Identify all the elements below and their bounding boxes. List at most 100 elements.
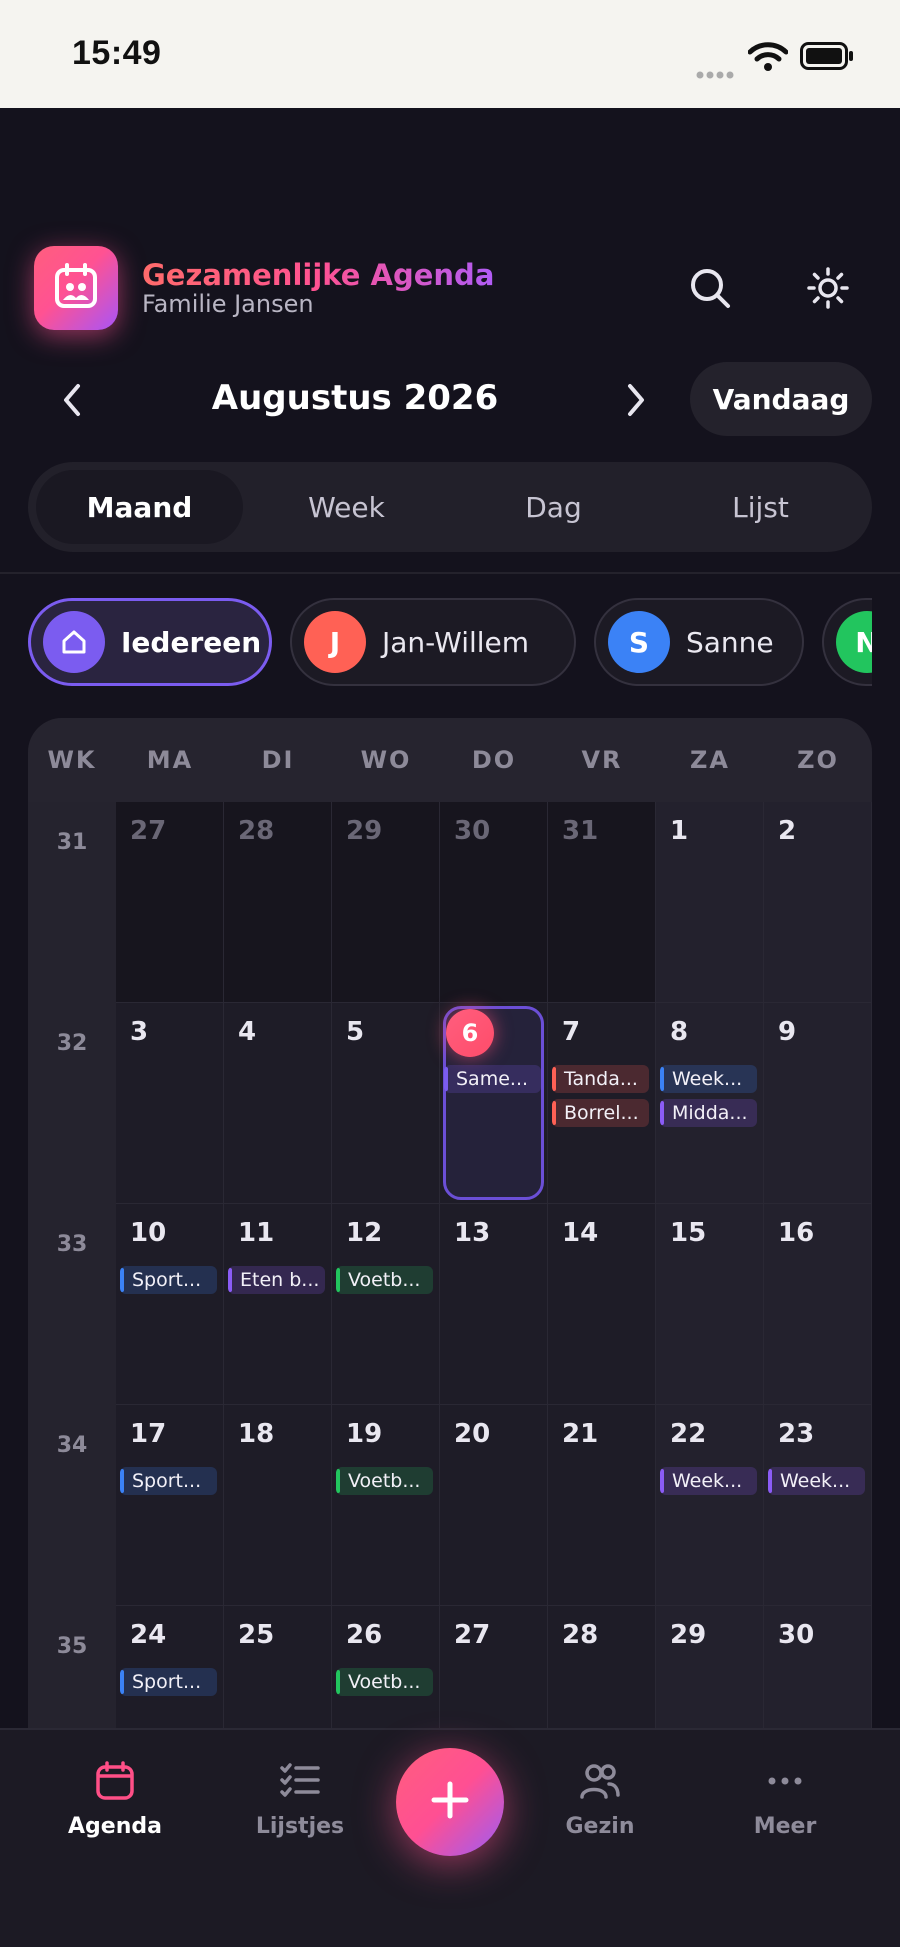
day-cell[interactable]: 20 bbox=[440, 1405, 548, 1606]
day-number: 9 bbox=[778, 1017, 797, 1047]
nav-label: Lijstjes bbox=[255, 1814, 345, 1839]
day-cell[interactable]: 28 bbox=[548, 1606, 656, 1728]
day-number: 22 bbox=[670, 1419, 707, 1449]
day-cell[interactable]: 31 bbox=[548, 802, 656, 1003]
tab-list[interactable]: Lijst bbox=[657, 470, 864, 544]
day-cell[interactable]: 10 Sport... bbox=[116, 1204, 224, 1405]
day-cell[interactable]: 18 bbox=[224, 1405, 332, 1606]
day-number: 17 bbox=[130, 1419, 167, 1449]
day-cell[interactable]: 26 Voetb... bbox=[332, 1606, 440, 1728]
week-number: 31 bbox=[56, 830, 88, 855]
event-pill[interactable]: Borrel... bbox=[552, 1099, 649, 1127]
day-cell[interactable]: 3 bbox=[116, 1003, 224, 1204]
signal-icon bbox=[696, 64, 736, 83]
week-number: 33 bbox=[56, 1232, 88, 1257]
day-cell[interactable]: 30 bbox=[764, 1606, 872, 1728]
previous-month-button[interactable] bbox=[58, 382, 88, 422]
filter-sanne[interactable]: S Sanne bbox=[594, 598, 804, 686]
day-cell[interactable]: 30 bbox=[440, 802, 548, 1003]
day-cell[interactable]: 16 bbox=[764, 1204, 872, 1405]
day-cell[interactable]: 22 Week... bbox=[656, 1405, 764, 1606]
event-pill[interactable]: Week... bbox=[768, 1467, 865, 1495]
month-label: Augustus 2026 bbox=[211, 378, 499, 418]
weekday-header: MA bbox=[146, 746, 194, 774]
nav-more[interactable]: Meer bbox=[715, 1760, 855, 1839]
family-name: Familie Jansen bbox=[142, 290, 314, 318]
day-cell[interactable]: 28 bbox=[224, 802, 332, 1003]
day-cell[interactable]: 12 Voetb... bbox=[332, 1204, 440, 1405]
day-cell[interactable]: 15 bbox=[656, 1204, 764, 1405]
day-cell-today[interactable]: 6 Same... bbox=[440, 1003, 548, 1204]
day-cell[interactable]: 29 bbox=[656, 1606, 764, 1728]
more-icon bbox=[764, 1777, 806, 1806]
event-pill[interactable]: Eten b... bbox=[228, 1266, 325, 1294]
tab-week[interactable]: Week bbox=[243, 470, 450, 544]
day-cell[interactable]: 21 bbox=[548, 1405, 656, 1606]
nav-label: Gezin bbox=[565, 1814, 635, 1839]
avatar: N bbox=[836, 611, 872, 673]
day-cell[interactable]: 23 Week... bbox=[764, 1405, 872, 1606]
day-number: 28 bbox=[562, 1620, 599, 1650]
day-cell[interactable]: 1 bbox=[656, 802, 764, 1003]
event-pill[interactable]: Sport... bbox=[120, 1467, 217, 1495]
day-cell[interactable]: 8 Week... Midda... bbox=[656, 1003, 764, 1204]
day-cell[interactable]: 17 Sport... bbox=[116, 1405, 224, 1606]
weekday-header: WK bbox=[47, 746, 97, 774]
event-pill[interactable]: Voetb... bbox=[336, 1266, 433, 1294]
divider bbox=[0, 572, 900, 574]
event-pill[interactable]: Midda... bbox=[660, 1099, 757, 1127]
day-cell[interactable]: 24 Sport... bbox=[116, 1606, 224, 1728]
tab-month[interactable]: Maand bbox=[36, 470, 243, 544]
day-cell[interactable]: 25 bbox=[224, 1606, 332, 1728]
day-cell[interactable]: 27 bbox=[116, 802, 224, 1003]
week-number: 34 bbox=[56, 1433, 88, 1458]
day-number: 14 bbox=[562, 1218, 599, 1248]
nav-family[interactable]: Gezin bbox=[530, 1760, 670, 1839]
plus-icon bbox=[428, 1778, 472, 1826]
sun-icon[interactable] bbox=[806, 266, 850, 314]
filter-member-n[interactable]: N bbox=[822, 598, 872, 686]
event-pill[interactable]: Sport... bbox=[120, 1266, 217, 1294]
day-cell[interactable]: 11 Eten b... bbox=[224, 1204, 332, 1405]
add-event-button[interactable] bbox=[396, 1748, 504, 1856]
day-cell[interactable]: 19 Voetb... bbox=[332, 1405, 440, 1606]
event-pill[interactable]: Voetb... bbox=[336, 1668, 433, 1696]
day-number: 2 bbox=[778, 816, 797, 846]
search-icon[interactable] bbox=[688, 266, 732, 314]
day-number: 10 bbox=[130, 1218, 167, 1248]
event-pill[interactable]: Tanda... bbox=[552, 1065, 649, 1093]
today-button[interactable]: Vandaag bbox=[690, 362, 872, 436]
nav-agenda[interactable]: Agenda bbox=[45, 1760, 185, 1839]
checklist-icon bbox=[279, 1763, 321, 1806]
status-bar: 15:49 bbox=[0, 0, 900, 108]
event-pill[interactable]: Sport... bbox=[120, 1668, 217, 1696]
event-pill[interactable]: Week... bbox=[660, 1467, 757, 1495]
avatar: S bbox=[608, 611, 670, 673]
day-cell[interactable]: 7 Tanda... Borrel... bbox=[548, 1003, 656, 1204]
tab-day[interactable]: Dag bbox=[450, 470, 657, 544]
day-cell[interactable]: 27 bbox=[440, 1606, 548, 1728]
filter-everyone[interactable]: Iedereen bbox=[28, 598, 272, 686]
nav-label: Agenda bbox=[68, 1814, 162, 1839]
day-number: 19 bbox=[346, 1419, 383, 1449]
member-filter: Iedereen J Jan-Willem S Sanne N bbox=[28, 598, 872, 686]
event-pill[interactable]: Voetb... bbox=[336, 1467, 433, 1495]
day-number: 23 bbox=[778, 1419, 815, 1449]
event-pill[interactable]: Same... bbox=[444, 1065, 541, 1093]
day-cell[interactable]: 14 bbox=[548, 1204, 656, 1405]
day-cell[interactable]: 13 bbox=[440, 1204, 548, 1405]
day-cell[interactable]: 29 bbox=[332, 802, 440, 1003]
day-cell[interactable]: 2 bbox=[764, 802, 872, 1003]
event-pill[interactable]: Week... bbox=[660, 1065, 757, 1093]
home-icon bbox=[43, 611, 105, 673]
nav-lists[interactable]: Lijstjes bbox=[230, 1760, 370, 1839]
day-cell[interactable]: 9 bbox=[764, 1003, 872, 1204]
next-month-button[interactable] bbox=[620, 382, 650, 422]
day-cell[interactable]: 5 bbox=[332, 1003, 440, 1204]
app-title: Gezamenlijke Agenda bbox=[142, 258, 495, 292]
day-number: 24 bbox=[130, 1620, 167, 1650]
filter-jan-willem[interactable]: J Jan-Willem bbox=[290, 598, 576, 686]
day-cell[interactable]: 4 bbox=[224, 1003, 332, 1204]
avatar: J bbox=[304, 611, 366, 673]
day-number: 3 bbox=[130, 1017, 149, 1047]
